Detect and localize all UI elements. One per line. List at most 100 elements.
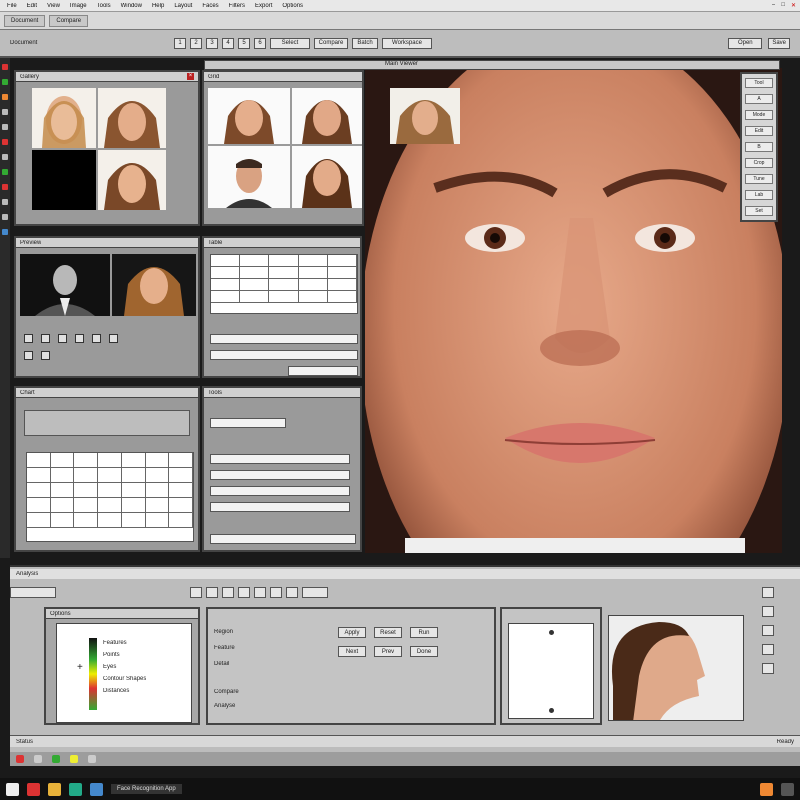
tool-field[interactable]	[210, 418, 286, 428]
mini-tool-button[interactable]	[762, 625, 774, 636]
toolbar-button[interactable]	[254, 586, 266, 598]
face-thumbnail[interactable]	[98, 150, 166, 210]
prev-button[interactable]: Prev	[374, 646, 402, 657]
toolbar-button[interactable]	[190, 586, 202, 598]
red-icon[interactable]	[16, 755, 24, 763]
green-icon[interactable]	[52, 755, 60, 763]
select-field[interactable]: Select	[270, 37, 310, 49]
main-face-viewer[interactable]	[365, 68, 782, 553]
gray-icon[interactable]	[2, 214, 8, 220]
control-button[interactable]	[109, 334, 118, 343]
data-table[interactable]	[210, 254, 358, 314]
control-button[interactable]	[41, 351, 50, 360]
workspace-field[interactable]: Workspace	[382, 37, 432, 49]
gray-icon[interactable]	[2, 124, 8, 130]
folder-icon[interactable]	[48, 782, 61, 796]
red-icon[interactable]	[2, 64, 8, 70]
slider-handle[interactable]	[549, 708, 554, 713]
compare-field[interactable]: Compare	[314, 37, 348, 49]
chart-toolbar[interactable]	[24, 410, 190, 436]
face-thumbnail[interactable]	[292, 88, 362, 144]
toolbar-button[interactable]	[10, 586, 56, 598]
reset-button[interactable]: Reset	[374, 627, 402, 638]
toolbar-button-6[interactable]: 6	[254, 37, 266, 49]
side-tool-button[interactable]: Crop	[745, 158, 773, 168]
control-button[interactable]	[75, 334, 84, 343]
slider-track[interactable]	[508, 623, 594, 719]
gray-icon[interactable]	[88, 755, 96, 763]
menu-item-help[interactable]: Help	[149, 3, 167, 9]
tool-field[interactable]	[210, 454, 350, 464]
side-tool-button[interactable]: Lab	[745, 190, 773, 200]
run-button[interactable]: Run	[410, 627, 438, 638]
side-tool-button[interactable]: Tune	[745, 174, 773, 184]
yellow-icon[interactable]	[70, 755, 78, 763]
app-icon[interactable]	[781, 782, 794, 796]
toolbar-button[interactable]	[206, 586, 218, 598]
control-button[interactable]	[24, 334, 33, 343]
gray-icon[interactable]	[34, 755, 42, 763]
side-tool-button[interactable]: A	[745, 94, 773, 104]
menu-item-filters[interactable]: Filters	[226, 3, 248, 9]
orange-icon[interactable]	[2, 94, 8, 100]
toolbar-button-1[interactable]: 1	[174, 37, 186, 49]
input-field[interactable]	[288, 366, 358, 376]
toolbar-button[interactable]	[222, 586, 234, 598]
menu-item-options[interactable]: Options	[279, 3, 306, 9]
control-button[interactable]	[58, 334, 67, 343]
tab-compare[interactable]: Compare	[49, 14, 89, 27]
taskbar-app-label[interactable]: Face Recognition App	[111, 784, 182, 794]
close-icon[interactable]: ✕	[791, 2, 796, 9]
profile-face-image[interactable]	[608, 615, 744, 721]
gray-icon[interactable]	[2, 154, 8, 160]
side-tool-button[interactable]: Tool	[745, 78, 773, 88]
menu-item-tools[interactable]: Tools	[94, 3, 114, 9]
side-tool-button[interactable]: Edit	[745, 126, 773, 136]
toolbar-button-3[interactable]: 3	[206, 37, 218, 49]
mini-tool-button[interactable]	[762, 606, 774, 617]
start-icon[interactable]	[6, 782, 19, 796]
gray-icon[interactable]	[2, 109, 8, 115]
green-icon[interactable]	[2, 169, 8, 175]
menu-item-export[interactable]: Export	[252, 3, 275, 9]
red-icon[interactable]	[2, 184, 8, 190]
toolbar-button[interactable]	[238, 586, 250, 598]
face-thumbnail[interactable]	[208, 146, 290, 208]
menu-item-edit[interactable]: Edit	[24, 3, 40, 9]
toolbar-button[interactable]	[270, 586, 282, 598]
input-field[interactable]	[210, 334, 358, 344]
face-thumbnail[interactable]	[208, 88, 290, 144]
red-icon[interactable]	[2, 139, 8, 145]
face-thumbnail-overlay[interactable]	[390, 88, 460, 144]
toolbar-button-5[interactable]: 5	[238, 37, 250, 49]
blue-icon[interactable]	[2, 229, 8, 235]
side-tool-button[interactable]: Set	[745, 206, 773, 216]
slider-handle[interactable]	[549, 630, 554, 635]
save-button[interactable]: Save	[768, 37, 790, 49]
input-field[interactable]	[210, 350, 358, 360]
done-button[interactable]: Done	[410, 646, 438, 657]
control-button[interactable]	[24, 351, 33, 360]
toolbar-button[interactable]	[286, 586, 298, 598]
face-thumbnail[interactable]	[32, 150, 96, 210]
menu-item-view[interactable]: View	[44, 3, 63, 9]
menu-item-faces[interactable]: Faces	[199, 3, 221, 9]
menu-item-file[interactable]: File	[4, 3, 20, 9]
tool-field[interactable]	[210, 502, 350, 512]
mini-tool-button[interactable]	[762, 644, 774, 655]
toolbar-button-4[interactable]: 4	[222, 37, 234, 49]
gray-icon[interactable]	[2, 199, 8, 205]
app-icon[interactable]	[69, 782, 82, 796]
open-button[interactable]: Open	[728, 37, 763, 49]
tool-field[interactable]	[210, 470, 350, 480]
app-icon[interactable]	[90, 782, 103, 796]
batch-field[interactable]: Batch	[352, 37, 378, 49]
mini-tool-button[interactable]	[762, 587, 774, 598]
chart-grid[interactable]	[26, 452, 194, 542]
face-thumbnail[interactable]	[112, 254, 196, 316]
side-tool-button[interactable]: Mode	[745, 110, 773, 120]
close-icon[interactable]: ×	[187, 73, 194, 80]
face-thumbnail[interactable]	[98, 88, 166, 148]
control-button[interactable]	[41, 334, 50, 343]
face-thumbnail[interactable]	[20, 254, 110, 316]
